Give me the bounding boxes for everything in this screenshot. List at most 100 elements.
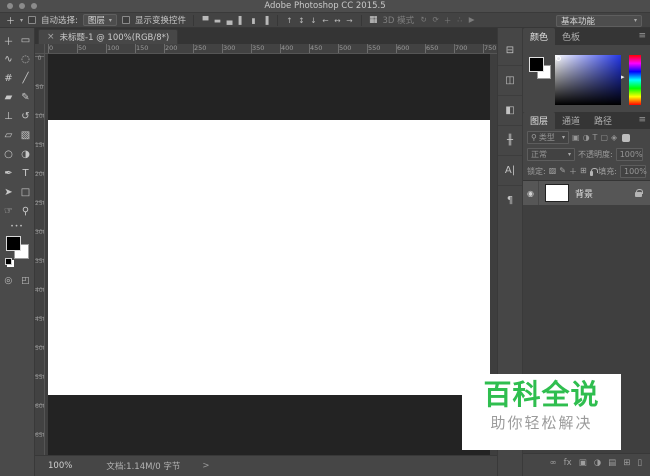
blend-mode-dropdown[interactable]: 正常 ▾ [527,148,575,161]
lock-transparency-icon[interactable]: ▨ [549,166,557,177]
mode-3d-icon-group: ↻⟳＋∴▶ [419,15,476,26]
ruler-label: 650 [424,44,453,52]
character-panel-icon[interactable]: A| [498,156,522,186]
move-tool-icon[interactable]: ＋ [6,14,15,27]
auto-select-dropdown[interactable]: 图层 ▾ [83,14,117,26]
pasteboard-top [48,54,490,120]
layer-mask-icon[interactable]: ▣ [579,458,587,468]
tool-preset-caret-icon[interactable]: ▾ [20,17,23,24]
filter-shape-icon[interactable]: ▢ [600,133,608,142]
blend-mode-value: 正常 [531,149,566,160]
quick-mask-icon[interactable]: ◎ [4,276,12,286]
blur-tool[interactable]: ○ [0,145,17,164]
history-brush-tool[interactable]: ↺ [17,107,34,126]
distribute-vcenter-icon[interactable]: ↕ [297,16,306,25]
tab-paths[interactable]: 路径 [587,112,619,129]
libraries-panel-icon[interactable]: ◫ [498,66,522,96]
dodge-tool[interactable]: ◑ [17,145,34,164]
align-right-icon[interactable]: ▐ [261,16,270,25]
lock-icon [635,192,642,197]
zoom-level[interactable]: 100% [48,461,72,471]
lock-all-icon[interactable] [590,171,594,176]
document-tab[interactable]: × 未标题-1 @ 100%(RGB/8*) [38,29,178,44]
align-top-icon[interactable]: ▀ [201,16,210,25]
foreground-color-swatch[interactable] [6,236,21,251]
healing-brush-tool[interactable]: ▰ [0,88,17,107]
link-layers-icon[interactable]: ∞ [550,458,557,468]
path-selection-tool[interactable]: ➤ [0,183,17,202]
tab-swatches[interactable]: 色板 [555,28,587,45]
hue-slider[interactable] [629,55,641,105]
layer-filter-dropdown[interactable]: ⚲ 类型 ▾ [527,131,569,144]
filter-pixel-icon[interactable]: ▣ [572,133,580,142]
properties-panel-icon[interactable]: ⊟ [498,36,522,66]
auto-select-checkbox[interactable] [28,16,36,24]
quick-selection-tool[interactable]: ◌ [17,50,34,69]
color-swatch-widget [5,236,35,266]
edit-toolbar-icon[interactable]: ••• [0,223,34,230]
styles-panel-icon[interactable]: ╫ [498,126,522,156]
lock-artboard-icon[interactable]: ⊞ [580,166,587,177]
saturation-brightness-field[interactable] [555,55,621,105]
zoom-tool[interactable]: ⚲ [17,202,34,221]
adjustments-panel-icon[interactable]: ◧ [498,96,522,126]
layer-group-icon[interactable]: ▤ [608,458,616,468]
filter-smart-icon[interactable]: ◈ [611,133,617,142]
ruler-label: 100 [35,113,44,142]
brush-tool[interactable]: ✎ [17,88,34,107]
filter-type-icon[interactable]: T [593,133,598,142]
distribute-hcenter-icon[interactable]: ↔ [333,16,342,25]
align-hcenter-icon[interactable]: ▮ [249,16,258,25]
tab-layers[interactable]: 图层 [523,112,555,129]
ruler-origin-corner[interactable] [35,44,45,54]
fill-field[interactable]: 100% [620,165,646,178]
default-colors-icon[interactable] [5,258,12,265]
document-viewport[interactable] [45,54,497,455]
gradient-tool[interactable]: ▧ [17,126,34,145]
new-layer-icon[interactable]: ⊞ [623,458,630,468]
clone-stamp-tool[interactable]: ⊥ [0,107,17,126]
layer-thumbnail[interactable] [545,184,569,202]
panel-menu-icon[interactable]: ≡ [638,31,646,41]
layer-visibility-icon[interactable]: ◉ [523,181,539,205]
move-tool[interactable]: ＋ [0,31,17,50]
type-tool[interactable]: T [17,164,34,183]
opacity-field[interactable]: 100% [616,148,643,161]
pen-tool[interactable]: ✒ [0,164,17,183]
align-left-icon[interactable]: ▌ [237,16,246,25]
layer-row-background[interactable]: ◉ 背景 [523,181,650,205]
lock-pixels-icon[interactable]: ✎ [559,166,566,177]
close-tab-icon[interactable]: × [47,32,55,42]
adjustment-layer-icon[interactable]: ◑ [594,458,601,468]
filter-toggle[interactable] [622,134,630,142]
document-canvas[interactable] [48,120,490,395]
eyedropper-tool[interactable]: ╱ [17,69,34,88]
distribute-top-icon[interactable]: ↑ [285,16,294,25]
layer-effects-icon[interactable]: fx [564,458,572,468]
crop-tool[interactable]: # [0,69,17,88]
workspace-dropdown[interactable]: 基本功能 ▾ [556,15,642,27]
tab-color[interactable]: 颜色 [523,28,555,45]
align-bottom-icon[interactable]: ▄ [225,16,234,25]
distribute-bottom-icon[interactable]: ↓ [309,16,318,25]
align-vcenter-icon[interactable]: ▬ [213,16,222,25]
eraser-tool[interactable]: ▱ [0,126,17,145]
distribute-left-icon[interactable]: ← [321,16,330,25]
hand-tool[interactable]: ☞ [0,202,17,221]
arrange-icon[interactable]: ▦ [369,15,378,25]
screen-mode-icon[interactable]: ◰ [21,276,30,286]
foreground-color-swatch[interactable] [529,57,544,72]
show-transform-checkbox[interactable] [122,16,130,24]
delete-layer-icon[interactable]: ▯ [637,458,642,468]
paragraph-panel-icon[interactable]: ¶ [498,186,522,215]
panel-menu-icon[interactable]: ≡ [638,115,646,125]
lock-position-icon[interactable]: ＋ [569,166,577,177]
marquee-tool[interactable]: ▭ [17,31,34,50]
filter-adjustment-icon[interactable]: ◑ [583,133,590,142]
status-menu-arrow-icon[interactable]: > [202,461,209,471]
distribute-right-icon[interactable]: → [345,16,354,25]
lasso-tool[interactable]: ∿ [0,50,17,69]
shape-tool[interactable]: □ [17,183,34,202]
tab-channels[interactable]: 通道 [555,112,587,129]
color-picker-marker[interactable] [556,56,561,61]
